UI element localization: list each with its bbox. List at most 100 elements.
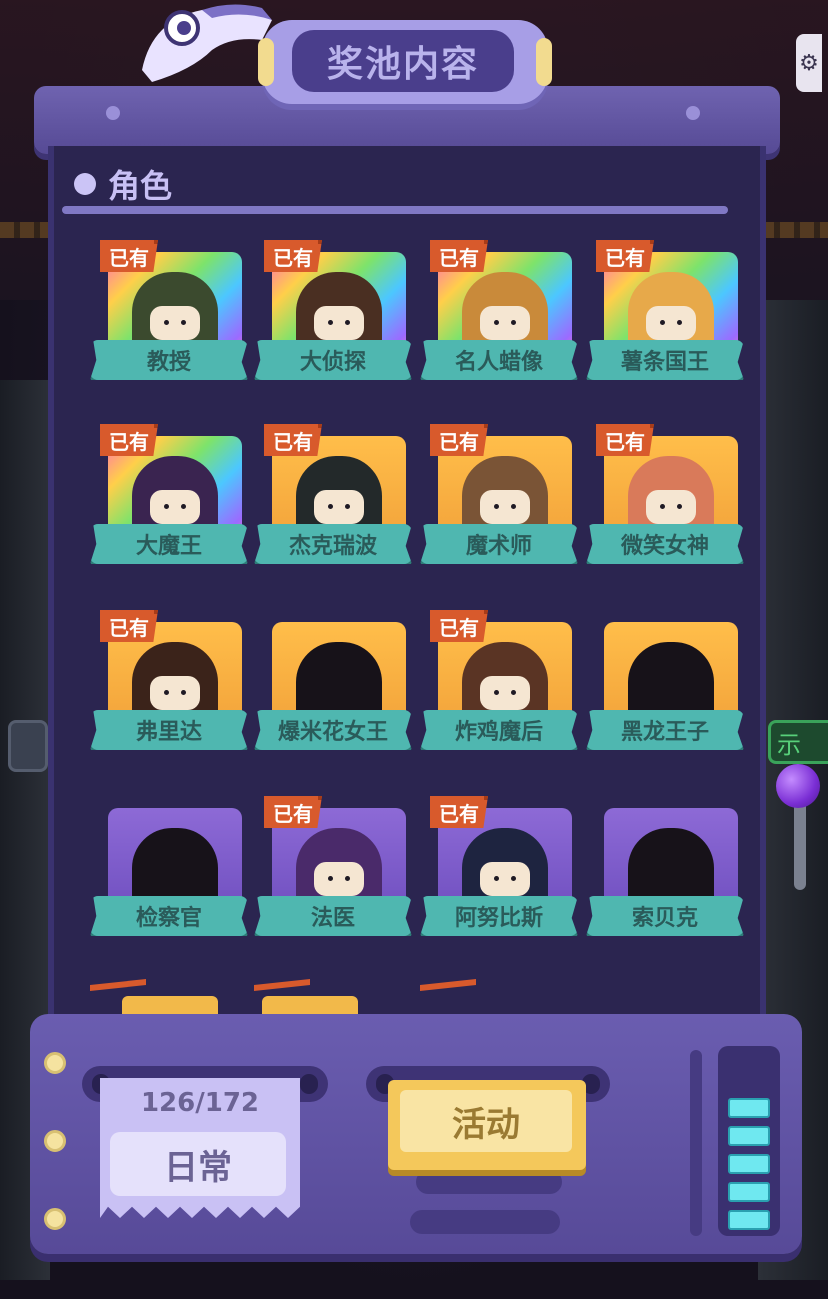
character-face	[150, 490, 200, 524]
meter-bar	[728, 1126, 770, 1146]
character-name: 检察官	[90, 896, 248, 936]
console-groove	[416, 1170, 562, 1194]
partial-owned-badge	[420, 979, 476, 991]
eye	[511, 690, 516, 695]
meter-bar	[728, 1210, 770, 1230]
character-face	[314, 306, 364, 340]
side-green-tag-label: 示	[777, 730, 801, 759]
owned-badge: 已有	[430, 610, 488, 642]
character-card[interactable]: 已有阿努比斯	[420, 796, 580, 956]
character-card[interactable]: 已有 法医	[254, 796, 414, 956]
owned-badge: 已有	[430, 424, 488, 456]
partial-owned-badge	[254, 979, 310, 991]
character-card[interactable]: 已有微笑女神	[586, 424, 746, 584]
eye	[511, 876, 516, 881]
owned-badge: 已有	[430, 796, 488, 828]
owned-badge: 已有	[264, 796, 322, 828]
section-header: 角色	[74, 162, 172, 206]
character-face	[314, 862, 364, 896]
section-divider	[62, 206, 728, 214]
eye	[328, 504, 333, 509]
eye	[164, 504, 169, 509]
meter-bar	[728, 1098, 770, 1118]
bullet-icon	[74, 173, 96, 195]
character-card[interactable]: 已有炸鸡魔后	[420, 610, 580, 770]
character-card[interactable]: 已有教授	[90, 240, 250, 400]
eye	[511, 320, 516, 325]
eye	[494, 320, 499, 325]
title-clip	[258, 38, 274, 86]
console-groove	[410, 1210, 560, 1234]
eye	[511, 504, 516, 509]
character-name: 微笑女神	[586, 524, 744, 564]
rivet-dot	[44, 1208, 66, 1230]
rivet-dot	[686, 106, 700, 120]
character-face	[150, 676, 200, 710]
character-face	[314, 490, 364, 524]
event-tab-button[interactable]: 活动	[388, 1080, 586, 1170]
lever-ball-icon[interactable]	[776, 764, 820, 808]
owned-badge: 已有	[100, 610, 158, 642]
character-card[interactable]: 已有 弗里达	[90, 610, 250, 770]
character-face	[480, 862, 530, 896]
eye	[677, 504, 682, 509]
character-name: 索贝克	[586, 896, 744, 936]
character-name: 炸鸡魔后	[420, 710, 578, 750]
character-card[interactable]: 已有薯条国王	[586, 240, 746, 400]
rivet-dot	[44, 1130, 66, 1152]
eye	[164, 690, 169, 695]
owned-badge: 已有	[264, 424, 322, 456]
character-name: 爆米花女王	[254, 710, 412, 750]
eye	[345, 320, 350, 325]
rivet-dot	[106, 106, 120, 120]
eye	[345, 876, 350, 881]
lever-stick	[794, 800, 806, 890]
character-name: 教授	[90, 340, 248, 380]
character-name: 阿努比斯	[420, 896, 578, 936]
side-green-tag[interactable]: 示	[768, 720, 828, 764]
partial-owned-badge	[90, 979, 146, 991]
eye	[164, 320, 169, 325]
character-face	[480, 676, 530, 710]
owned-badge: 已有	[264, 240, 322, 272]
eye	[660, 320, 665, 325]
title-plate: 奖池内容	[258, 20, 552, 104]
meter-rail	[690, 1050, 702, 1236]
character-card[interactable]: 检察官	[90, 796, 250, 956]
character-card[interactable]: 黑龙王子	[586, 610, 746, 770]
meter-bar	[728, 1182, 770, 1202]
character-name: 魔术师	[420, 524, 578, 564]
eye	[494, 690, 499, 695]
settings-gear-icon[interactable]: ⚙	[796, 34, 822, 92]
title-clip	[536, 38, 552, 86]
page-title: 奖池内容	[292, 30, 514, 92]
character-name: 大魔王	[90, 524, 248, 564]
character-face	[646, 490, 696, 524]
character-name: 薯条国王	[586, 340, 744, 380]
character-face	[150, 306, 200, 340]
owned-badge: 已有	[430, 240, 488, 272]
owned-badge: 已有	[596, 240, 654, 272]
event-tab-label: 活动	[400, 1090, 572, 1152]
character-name: 大侦探	[254, 340, 412, 380]
eye	[660, 504, 665, 509]
character-name: 名人蜡像	[420, 340, 578, 380]
character-card[interactable]: 已有杰克瑞波	[254, 424, 414, 584]
character-card[interactable]: 索贝克	[586, 796, 746, 956]
character-card[interactable]: 已有魔术师	[420, 424, 580, 584]
left-knob	[8, 720, 48, 772]
character-card[interactable]: 已有名人蜡像	[420, 240, 580, 400]
character-card[interactable]: 爆米花女王	[254, 610, 414, 770]
eye	[181, 320, 186, 325]
character-card[interactable]: 已有大侦探	[254, 240, 414, 400]
owned-badge: 已有	[596, 424, 654, 456]
character-card[interactable]: 已有 大魔王	[90, 424, 250, 584]
progress-meter	[718, 1046, 780, 1236]
character-face	[646, 306, 696, 340]
owned-badge: 已有	[100, 240, 158, 272]
character-name: 杰克瑞波	[254, 524, 412, 564]
prize-pool-panel[interactable]: 角色 已有 教授 已有 大侦探 已有 名人蜡像 已有 薯条国王 已有 大魔王 已有 杰克瑞波 已有 魔术师…	[48, 146, 766, 1026]
character-face	[480, 306, 530, 340]
daily-tab-button[interactable]: 日常	[110, 1132, 286, 1196]
eye	[328, 876, 333, 881]
